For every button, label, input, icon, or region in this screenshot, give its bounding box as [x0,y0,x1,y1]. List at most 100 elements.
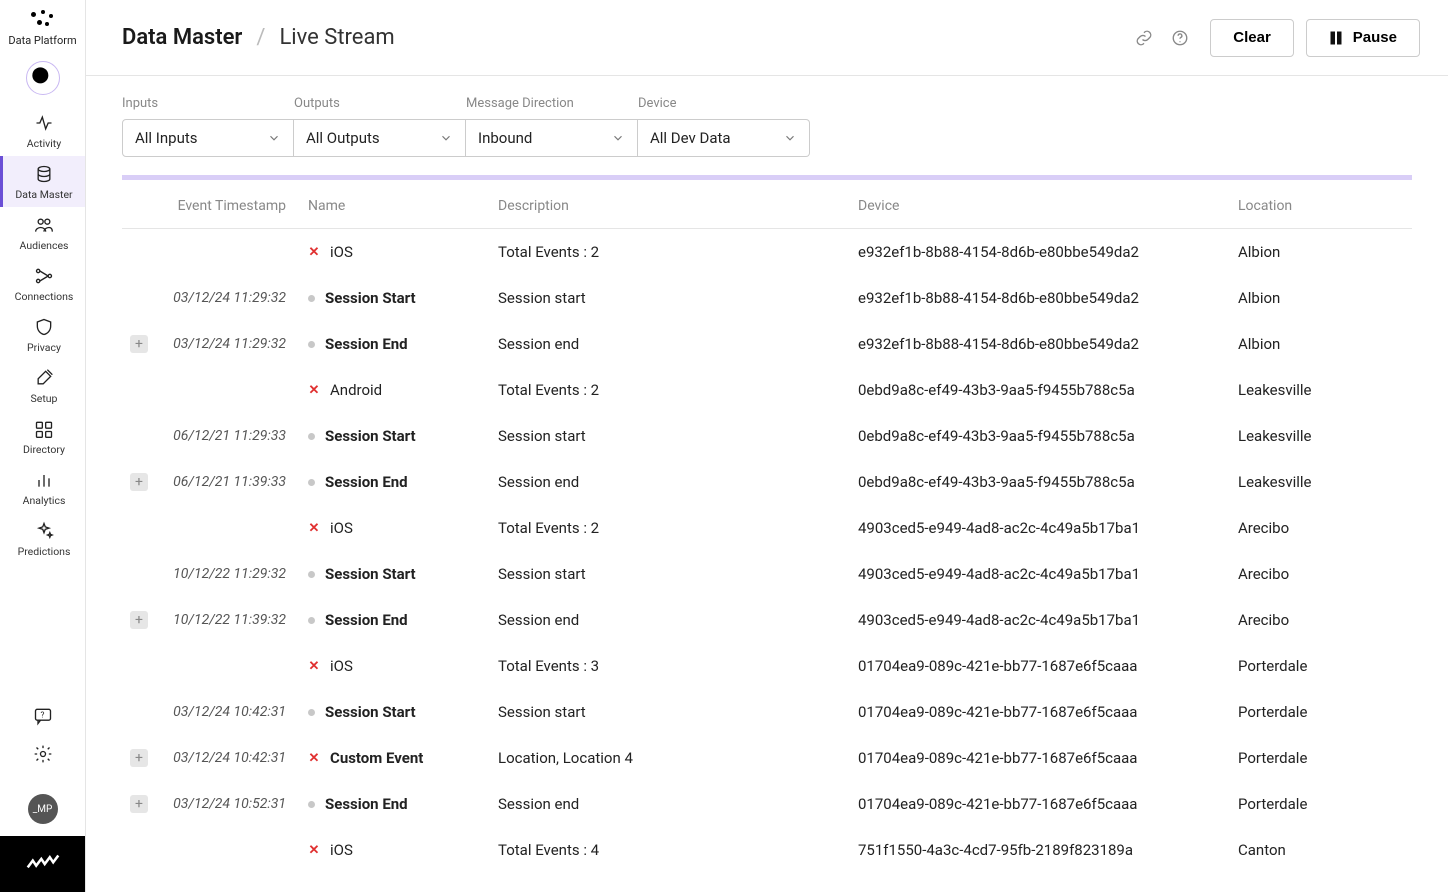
feedback-icon[interactable]: ? [33,706,53,726]
table-row[interactable]: +03/12/24 11:29:32Session EndSession end… [122,321,1412,367]
col-description[interactable]: Description [490,180,850,229]
avatar[interactable]: _MP [28,794,58,824]
dot-icon [308,571,315,578]
cell-description: Total Events : 2 [490,505,850,551]
table-row[interactable]: ✕iOSTotal Events : 2e932ef1b-8b88-4154-8… [122,229,1412,276]
sidebar-item-activity[interactable]: Activity [0,105,85,156]
table-row[interactable]: 10/12/22 11:29:32Session StartSession st… [122,551,1412,597]
search-button[interactable] [26,61,60,95]
filter-inputs-select[interactable]: All Inputs [122,119,294,157]
table-row[interactable]: ✕iOSTotal Events : 4751f1550-4a3c-4cd7-9… [122,827,1412,873]
x-icon: ✕ [308,522,320,534]
expand-button[interactable]: + [130,473,148,491]
cell-description: Session start [490,551,850,597]
filter-outputs-select[interactable]: All Outputs [294,119,466,157]
filter-inputs-label: Inputs [122,96,294,111]
table-row[interactable]: 03/12/24 10:42:31Session StartSession st… [122,689,1412,735]
sidebar-item-data-master[interactable]: Data Master [0,156,85,207]
cell-name: Session End [300,321,490,367]
table-row[interactable]: +06/12/21 11:39:33Session EndSession end… [122,459,1412,505]
cell-timestamp [160,367,300,413]
table-row[interactable]: ✕iOSTotal Events : 24903ced5-e949-4ad8-a… [122,505,1412,551]
col-device[interactable]: Device [850,180,1230,229]
cell-name: Session End [300,459,490,505]
link-button[interactable] [1126,20,1162,56]
expand-button[interactable]: + [130,611,148,629]
cell-timestamp: 06/12/21 11:39:33 [160,459,300,505]
cell-device: 751f1550-4a3c-4cd7-95fb-2189f823189a [850,827,1230,873]
col-location[interactable]: Location [1230,180,1412,229]
expand-button[interactable]: + [130,795,148,813]
sidebar-item-label: Data Master [15,188,72,201]
cell-description: Session start [490,275,850,321]
cell-name: ✕iOS [300,643,490,689]
sidebar-item-setup[interactable]: Setup [0,360,85,411]
x-icon: ✕ [308,660,320,672]
cell-location: Porterdale [1230,689,1412,735]
clear-button[interactable]: Clear [1210,19,1294,57]
brand-logo[interactable]: Data Platform [8,10,76,47]
sidebar-item-audiences[interactable]: Audiences [0,207,85,258]
sidebar-item-directory[interactable]: Directory [0,411,85,462]
table-row[interactable]: ✕AndroidTotal Events : 20ebd9a8c-ef49-43… [122,367,1412,413]
col-timestamp[interactable]: Event Timestamp [160,180,300,229]
table-row[interactable]: +03/12/24 10:42:31✕Custom EventLocation,… [122,735,1412,781]
sidebar-item-connections[interactable]: Connections [0,258,85,309]
table-row[interactable]: 03/12/24 11:29:32Session StartSession st… [122,275,1412,321]
expand-button[interactable]: + [130,335,148,353]
x-icon: ✕ [308,246,320,258]
cell-name: Session Start [300,689,490,735]
chevron-down-icon [267,131,281,145]
table-row[interactable]: +10/12/22 11:39:32Session EndSession end… [122,597,1412,643]
cell-name: ✕iOS [300,505,490,551]
cell-name: ✕Custom Event [300,735,490,781]
cell-description: Total Events : 2 [490,367,850,413]
filter-device-select[interactable]: All Dev Data [638,119,810,157]
cell-description: Session start [490,689,850,735]
table-row[interactable]: +03/12/24 10:52:31Session EndSession end… [122,781,1412,827]
sidebar-item-analytics[interactable]: Analytics [0,462,85,513]
audiences-icon [34,215,54,235]
cell-name: Session Start [300,413,490,459]
chevron-down-icon [783,131,797,145]
directory-icon [34,419,54,439]
activity-icon [34,113,54,133]
help-icon [1171,29,1189,47]
cell-description: Total Events : 2 [490,229,850,276]
cell-device: 4903ced5-e949-4ad8-ac2c-4c49a5b17ba1 [850,551,1230,597]
predictions-icon [34,521,54,541]
cell-device: 0ebd9a8c-ef49-43b3-9aa5-f9455b788c5a [850,367,1230,413]
cell-timestamp: 03/12/24 10:42:31 [160,735,300,781]
cell-location: Albion [1230,275,1412,321]
cell-timestamp [160,827,300,873]
cell-description: Location, Location 4 [490,735,850,781]
x-icon: ✕ [308,384,320,396]
expand-button[interactable]: + [130,749,148,767]
pause-icon [1329,31,1343,45]
brand-footer-icon [26,854,60,874]
sidebar-item-label: Privacy [27,341,61,354]
dot-icon [308,617,315,624]
pause-button[interactable]: Pause [1306,19,1420,57]
sidebar-item-privacy[interactable]: Privacy [0,309,85,360]
filter-direction-select[interactable]: Inbound [466,119,638,157]
dot-icon [308,341,315,348]
sidebar-item-label: Directory [23,443,65,456]
settings-icon[interactable] [33,744,53,764]
table-row[interactable]: 06/12/21 11:29:33Session StartSession st… [122,413,1412,459]
setup-icon [34,368,54,388]
cell-device: 01704ea9-089c-421e-bb77-1687e6f5caaa [850,643,1230,689]
breadcrumb-root[interactable]: Data Master [122,25,242,50]
sidebar-item-predictions[interactable]: Predictions [0,513,85,564]
table-row[interactable]: ✕iOSTotal Events : 301704ea9-089c-421e-b… [122,643,1412,689]
cell-location: Porterdale [1230,735,1412,781]
cell-name: Session End [300,597,490,643]
cell-description: Session end [490,781,850,827]
col-name[interactable]: Name [300,180,490,229]
help-button[interactable] [1162,20,1198,56]
cell-device: e932ef1b-8b88-4154-8d6b-e80bbe549da2 [850,229,1230,276]
cell-timestamp [160,505,300,551]
cell-location: Albion [1230,229,1412,276]
dot-icon [308,479,315,486]
dot-icon [308,801,315,808]
